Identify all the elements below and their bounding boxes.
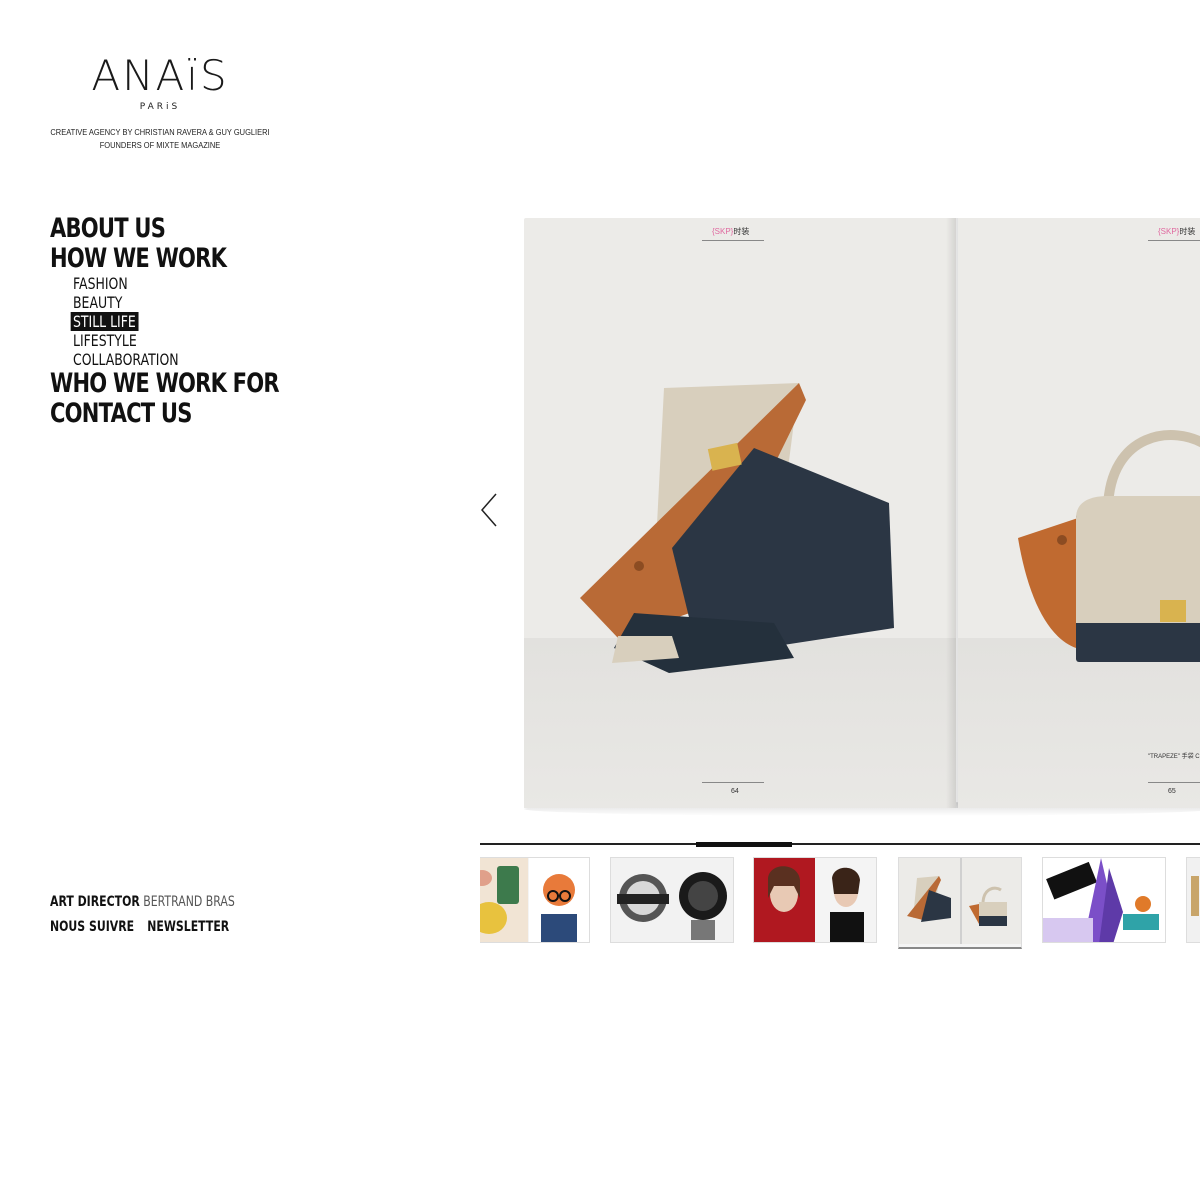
follow-us-link[interactable]: NOUS SUIVRE <box>50 919 134 935</box>
thumbnail-image <box>480 858 589 942</box>
thumbnail-4-active[interactable] <box>898 857 1022 949</box>
submenu-item-fashion[interactable]: FASHION <box>73 274 284 293</box>
thumbnail-6[interactable] <box>1186 857 1200 943</box>
menu-item-contact-us[interactable]: CONTACT US <box>50 399 279 429</box>
submenu-label: BEAUTY <box>73 293 123 312</box>
thumbnail-image <box>1187 858 1200 942</box>
credit-name: BERTRAND BRAS <box>143 894 235 910</box>
thumbnail-3[interactable] <box>753 857 877 943</box>
submenu-item-beauty[interactable]: BEAUTY <box>73 293 284 312</box>
still-life-leather-pieces <box>580 383 894 673</box>
submenu-label: COLLABORATION <box>73 350 179 369</box>
right-page-number: 65 <box>1168 788 1176 795</box>
thumbnail-image <box>611 858 733 942</box>
newsletter-link[interactable]: NEWSLETTER <box>147 919 229 935</box>
product-caption: "TRAPEZE" 手袋 CELINE <box>1148 754 1200 760</box>
thumbnail-1[interactable] <box>480 857 590 943</box>
tagline-line-1: CREATIVE AGENCY BY CHRISTIAN RAVERA & GU… <box>50 127 270 137</box>
carousel-scroll-indicator[interactable] <box>696 842 792 847</box>
logo-city: PARiS <box>139 102 181 112</box>
chevron-left-icon[interactable] <box>476 490 504 530</box>
folio-rule <box>1148 782 1200 783</box>
logo[interactable]: ANAïS PARiS <box>40 51 280 113</box>
thumbnail-image <box>754 858 876 942</box>
submenu-how-we-work: FASHION BEAUTY STILL LIFE LIFESTYLE COLL… <box>50 274 343 369</box>
thumbnail-strip <box>480 857 1200 952</box>
folio-rule <box>702 782 764 783</box>
magazine-spread-image: {SKP}时装 64 {SKP}时装 "TRAPEZE" 手袋 CELINE <box>516 208 1200 820</box>
credit-role: ART DIRECTOR <box>50 894 140 910</box>
logo-wordmark: ANAïS <box>91 51 229 100</box>
thumbnail-2[interactable] <box>610 857 734 943</box>
submenu-item-lifestyle[interactable]: LIFESTYLE <box>73 331 284 350</box>
tagline: CREATIVE AGENCY BY CHRISTIAN RAVERA & GU… <box>46 126 275 152</box>
art-director-credit: ART DIRECTOR BERTRAND BRAS <box>50 893 239 911</box>
submenu-label: STILL LIFE <box>70 312 139 331</box>
submenu-item-still-life[interactable]: STILL LIFE <box>70 312 284 331</box>
right-page: {SKP}时装 "TRAPEZE" 手袋 CELINE 65 <box>958 218 1200 808</box>
still-life-handbag <box>1018 430 1200 662</box>
main-menu: ABOUT US HOW WE WORK FASHION BEAUTY STIL… <box>50 214 343 429</box>
menu-item-how-we-work[interactable]: HOW WE WORK <box>50 244 279 274</box>
thumbnail-image <box>899 858 1021 944</box>
footer-links: NOUS SUIVRE NEWSLETTER <box>50 919 239 935</box>
thumbnail-image <box>1043 858 1165 942</box>
menu-item-about-us[interactable]: ABOUT US <box>50 214 279 244</box>
left-page-number: 64 <box>731 788 739 795</box>
carousel-scroll-track[interactable] <box>480 843 1200 845</box>
tagline-line-2: FOUNDERS OF MIXTE MAGAZINE <box>99 140 221 150</box>
submenu-label: LIFESTYLE <box>73 331 137 350</box>
submenu-label: FASHION <box>73 274 128 293</box>
left-page: {SKP}时装 64 <box>524 218 956 808</box>
submenu-item-collaboration[interactable]: COLLABORATION <box>73 350 284 369</box>
menu-item-who-we-work-for[interactable]: WHO WE WORK FOR <box>50 369 280 399</box>
thumbnail-5[interactable] <box>1042 857 1166 943</box>
footer: ART DIRECTOR BERTRAND BRAS NOUS SUIVRE N… <box>50 893 292 935</box>
